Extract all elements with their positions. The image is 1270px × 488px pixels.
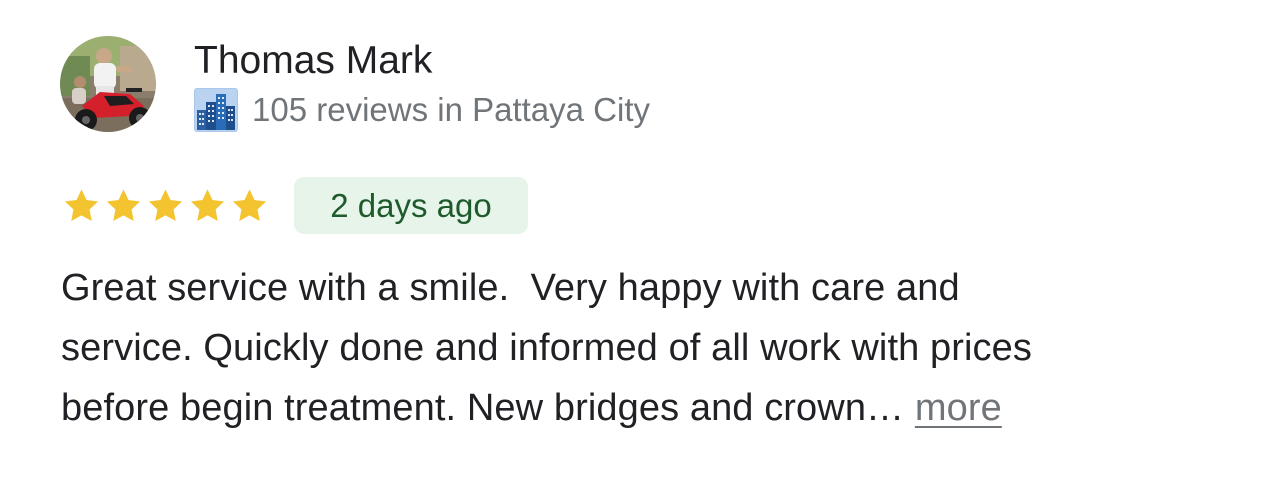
- star-icon: [106, 189, 141, 221]
- review-text-line: service. Quickly done and informed of al…: [61, 327, 1032, 369]
- reviewer-meta: 105 reviews in Pattaya City: [194, 88, 650, 132]
- avatar-photo-icon: [60, 36, 156, 132]
- star-rating: [62, 186, 269, 226]
- city-buildings-icon: [194, 88, 238, 132]
- star-icon: [148, 189, 183, 221]
- reviewer-name[interactable]: Thomas Mark: [194, 38, 432, 84]
- reviewer-avatar[interactable]: [60, 36, 156, 132]
- reviewer-review-count: 105 reviews in Pattaya City: [252, 91, 651, 128]
- star-icon: [190, 189, 225, 221]
- review-text-line-content: before begin treatment. New bridges and …: [61, 387, 915, 429]
- more-link[interactable]: more: [915, 387, 1002, 429]
- star-icon: [64, 189, 99, 221]
- star-icon: [232, 189, 267, 221]
- review-text-line: Great service with a smile. Very happy w…: [61, 267, 960, 309]
- review-text: Great service with a smile. Very happy w…: [61, 258, 1231, 438]
- review-card: Thomas Mark 105 reviews in Pattaya City …: [0, 0, 1270, 488]
- review-text-line: before begin treatment. New bridges and …: [61, 378, 1231, 438]
- review-date-badge: 2 days ago: [294, 177, 528, 234]
